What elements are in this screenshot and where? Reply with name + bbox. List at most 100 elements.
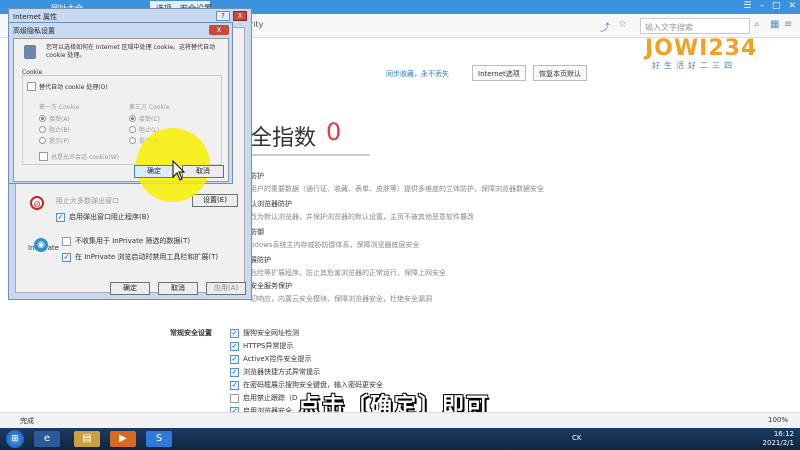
block-icon: ⊘ <box>30 196 44 210</box>
checkbox-icon[interactable]: ✓ <box>39 152 48 161</box>
share-icon[interactable]: ⤴ <box>600 19 612 34</box>
inprivate-label-2: 在 InPrivate 浏览启动时禁用工具栏和扩展(T) <box>75 253 219 261</box>
inprivate-option-1[interactable]: ✓ 不收集用于 InPrivate 筛选的数据(T) <box>62 236 190 246</box>
session-label: 总是允许会话 cookie(W) <box>51 154 119 161</box>
taskbar: ⊞ e ▤ ▶ S CK 16:12 2021/2/1 <box>0 428 800 450</box>
clock-time: 16:12 <box>773 430 794 438</box>
inprivate-label-1: 不收集用于 InPrivate 筛选的数据(T) <box>75 237 191 245</box>
sogou-browser-icon[interactable]: S <box>146 431 172 447</box>
site-logo: JOWI234 <box>645 36 758 61</box>
check-url-safety[interactable]: ✓ 搜狗安全网址检测 <box>230 328 299 338</box>
feature-desc: ndows系统主内存威胁防御体系，保障浏览器底层安全 <box>250 241 420 249</box>
feature-desc: 切响应，内置云安全模块，保障浏览器安全，杜绝安全漏洞 <box>250 295 432 303</box>
divider <box>250 154 370 156</box>
first-accept-option[interactable]: 接受(A) <box>39 114 70 123</box>
radio-icon[interactable] <box>39 115 46 122</box>
search-icon[interactable]: ⌕ <box>754 19 766 31</box>
window-controls: ☰ – □ ✕ <box>743 1 796 11</box>
close-icon[interactable]: X <box>209 25 229 35</box>
media-player-icon[interactable]: ▶ <box>110 431 136 447</box>
skin-icon[interactable]: ☰ <box>743 1 751 11</box>
radio-icon[interactable] <box>39 126 46 133</box>
radio-icon[interactable] <box>39 137 46 144</box>
feature-item: 安全服务保护 切响应，内置云安全模块，保障浏览器安全，杜绝安全漏洞 <box>250 281 432 304</box>
adv-ok-button[interactable]: 确定 <box>134 165 174 178</box>
radio-icon[interactable] <box>129 137 136 144</box>
first-block-option[interactable]: 阻止(B) <box>39 125 70 134</box>
mouse-cursor-icon <box>172 160 186 181</box>
system-clock[interactable]: 16:12 2021/2/1 <box>763 430 794 448</box>
zoom-level[interactable]: 100% <box>768 416 788 424</box>
help-icon[interactable]: ? <box>216 11 230 21</box>
close-icon[interactable]: ✕ <box>788 1 796 11</box>
main-apply-button[interactable]: 应用(A) <box>206 282 246 295</box>
ie-icon[interactable]: e <box>34 431 60 447</box>
check-shortcut[interactable]: ✓ 浏览器快捷方式异常提示 <box>230 367 320 377</box>
checkbox-icon[interactable]: ✓ <box>230 393 239 403</box>
feature-item: 防御 ndows系统主内存威胁防御体系，保障浏览器底层安全 <box>250 227 420 250</box>
feature-item: 展防护 危险等扩展程序，防止其危害浏览器的正常运行，保障上网安全 <box>250 255 446 278</box>
star-icon[interactable]: ☆ <box>618 19 630 31</box>
checkbox-icon[interactable]: ✓ <box>230 341 239 351</box>
radio-label: 阻止(B) <box>49 127 70 134</box>
main-ok-button[interactable]: 确定 <box>110 282 150 295</box>
session-cookie-option[interactable]: ✓总是允许会话 cookie(W) <box>39 152 119 161</box>
clock-date: 2021/2/1 <box>762 439 794 447</box>
check-do-not-track[interactable]: ✓ 启用禁止跟踪（D <box>230 393 297 403</box>
start-button[interactable]: ⊞ <box>6 430 24 448</box>
override-label: 替代自动 cookie 处理(O) <box>39 84 108 91</box>
checkbox-icon[interactable]: ✓ <box>230 354 239 364</box>
feature-title: 展防护 <box>250 256 271 264</box>
third-accept-option[interactable]: 接受(C) <box>129 114 160 123</box>
internet-options-button[interactable]: Internet选项 <box>472 65 526 81</box>
maximize-icon[interactable]: □ <box>772 1 781 11</box>
dialog-controls: ? X <box>216 11 247 21</box>
status-bar: 完成 100% <box>0 412 800 428</box>
checkbox-icon[interactable]: ✓ <box>62 236 71 246</box>
url-text[interactable]: rity <box>250 20 263 29</box>
checkbox-icon[interactable]: ✓ <box>27 82 36 91</box>
feature-desc: 危险等扩展程序，防止其危害浏览器的正常运行，保障上网安全 <box>250 269 446 277</box>
radio-icon[interactable] <box>129 115 136 122</box>
status-text: 完成 <box>20 417 34 425</box>
sync-link[interactable]: 同步收藏，永不丢失 <box>386 69 449 79</box>
security-index-title: 全指数 <box>250 126 317 151</box>
checkbox-icon[interactable]: ✓ <box>230 328 239 338</box>
input-method-indicator[interactable]: CK <box>572 434 581 442</box>
close-icon[interactable]: X <box>233 11 247 21</box>
radio-label: 提示(P) <box>49 138 70 145</box>
override-option[interactable]: ✓替代自动 cookie 处理(O) <box>27 82 108 91</box>
security-index-value: 0 <box>326 118 342 146</box>
radio-label: 接受(A) <box>49 116 70 123</box>
checkbox-icon[interactable]: ✓ <box>230 367 239 377</box>
checkbox-icon[interactable]: ✓ <box>62 252 71 262</box>
popup-blocker-label: 启用弹出窗口阻止程序(B) <box>69 213 150 221</box>
checkbox-icon[interactable]: ✓ <box>56 212 65 222</box>
first-prompt-option[interactable]: 提示(P) <box>39 136 69 145</box>
checkbox-icon[interactable]: ✓ <box>230 380 239 390</box>
minimize-icon[interactable]: – <box>759 1 764 11</box>
explorer-icon[interactable]: ▤ <box>74 431 100 447</box>
check-https[interactable]: ✓ HTTPS异常提示 <box>230 341 293 351</box>
popup-text: 阻止大多数弹出窗口 <box>56 196 119 206</box>
check-label: HTTPS异常提示 <box>243 342 294 350</box>
third-party-text: 第三方 Cookie <box>129 104 170 111</box>
radio-icon[interactable] <box>129 126 136 133</box>
main-cancel-button[interactable]: 取消 <box>158 282 198 295</box>
grid-icon[interactable]: ▦ <box>770 19 782 31</box>
feature-item: 防护 用户的重要数据（通行证、收藏、表单、皮肤等）提供多维度的立体防护，保障浏览… <box>250 171 544 194</box>
check-label: 搜狗安全网址检测 <box>243 329 299 337</box>
check-activex[interactable]: ✓ ActiveX控件安全提示 <box>230 354 311 364</box>
inprivate-option-2[interactable]: ✓ 在 InPrivate 浏览启动时禁用工具栏和扩展(T) <box>62 252 218 262</box>
check-label: 启用禁止跟踪（D <box>243 394 298 402</box>
third-party-label: 第三方 Cookie <box>129 102 169 111</box>
feature-title: 防御 <box>250 228 264 236</box>
adv-cancel-button[interactable]: 取消 <box>182 165 224 178</box>
popup-label: 阻止大多数弹出窗口 <box>56 197 119 205</box>
popup-blocker-option[interactable]: ✓ 启用弹出窗口阻止程序(B) <box>56 212 149 222</box>
popup-settings-button[interactable]: 设置(E) <box>192 194 238 207</box>
dialog-title: Internet 属性 <box>13 13 58 21</box>
restore-default-button[interactable]: 恢复本页默认 <box>533 65 587 81</box>
search-input[interactable]: 输入文字搜索 <box>640 18 750 34</box>
menu-icon[interactable]: ≡ <box>784 19 796 31</box>
